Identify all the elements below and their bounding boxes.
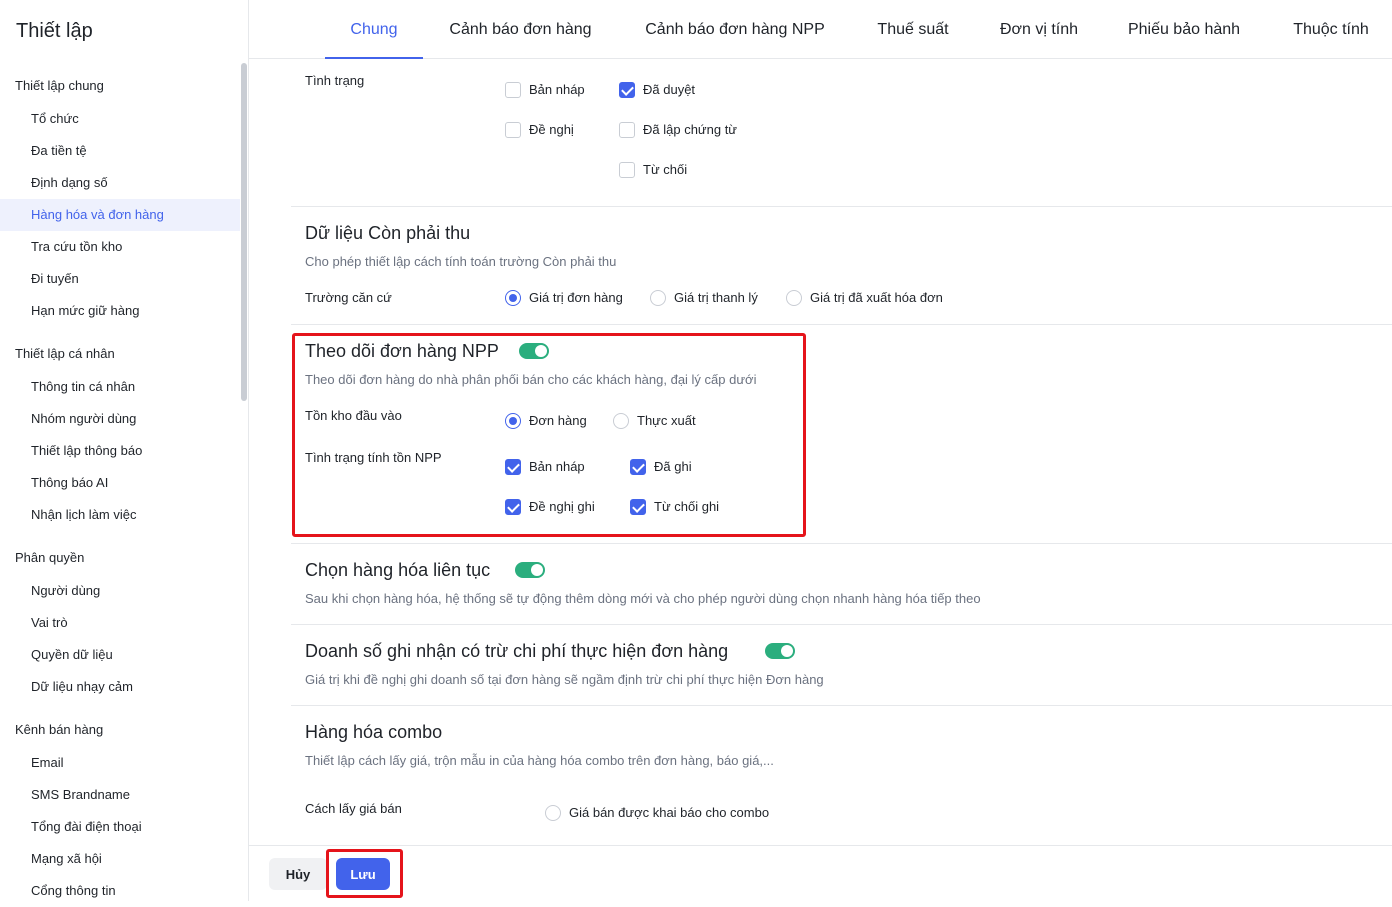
sidebar-item-hold-limit[interactable]: Hạn mức giữ hàng	[0, 295, 240, 327]
sidebar-item-multi-currency[interactable]: Đa tiền tệ	[0, 135, 240, 167]
sidebar-item-sensitive-data[interactable]: Dữ liệu nhạy cảm	[0, 671, 240, 703]
combo-description: Thiết lập cách lấy giá, trộn mẫu in của …	[305, 753, 774, 768]
status-proposed-checkbox[interactable]: Đề nghị	[505, 121, 574, 139]
tab-units[interactable]: Đơn vị tính	[989, 0, 1089, 59]
sidebar-item-personal-info[interactable]: Thông tin cá nhân	[0, 371, 240, 403]
section-divider	[291, 543, 1392, 544]
sidebar-item-call-center[interactable]: Tổng đài điện thoại	[0, 811, 240, 843]
highlight-frame	[326, 849, 403, 898]
sidebar-item-data-permissions[interactable]: Quyền dữ liệu	[0, 639, 240, 671]
sidebar-group-personal[interactable]: Thiết lập cá nhân	[15, 346, 115, 361]
status-draft-checkbox[interactable]: Bản nháp	[505, 81, 585, 99]
sidebar-item-notification-settings[interactable]: Thiết lập thông báo	[0, 435, 240, 467]
action-footer	[249, 845, 1392, 901]
sidebar-scrollbar[interactable]	[241, 63, 247, 401]
settings-sidebar: Thiết lập Thiết lập chung Tổ chức Đa tiề…	[0, 0, 249, 901]
sidebar-item-roles[interactable]: Vai trò	[0, 607, 240, 639]
receivable-description: Cho phép thiết lập cách tính toán trường…	[305, 254, 617, 269]
radio-unselected-icon	[650, 290, 666, 306]
receivable-liquidation-value-radio[interactable]: Giá trị thanh lý	[650, 289, 758, 307]
highlight-frame	[292, 333, 806, 537]
combo-title: Hàng hóa combo	[305, 722, 443, 742]
sidebar-item-routing[interactable]: Đi tuyến	[0, 263, 240, 295]
sidebar-item-sms-brandname[interactable]: SMS Brandname	[0, 779, 240, 811]
sidebar-title: Thiết lập	[16, 20, 93, 42]
sidebar-item-user-groups[interactable]: Nhóm người dùng	[0, 403, 240, 435]
status-label: Tình trạng	[305, 73, 365, 88]
tab-order-alerts[interactable]: Cảnh báo đơn hàng	[439, 0, 602, 59]
continuous-pick-title: Chọn hàng hóa liên tục	[305, 560, 491, 580]
sidebar-item-stock-lookup[interactable]: Tra cứu tồn kho	[0, 231, 240, 263]
checkbox-checked-icon	[619, 82, 635, 98]
receivable-order-value-radio[interactable]: Giá trị đơn hàng	[505, 289, 623, 307]
radio-selected-icon	[505, 290, 521, 306]
section-divider	[291, 324, 1392, 325]
tab-attributes[interactable]: Thuộc tính	[1283, 0, 1379, 59]
tab-npp-order-alerts[interactable]: Cảnh báo đơn hàng NPP	[634, 0, 836, 59]
tab-tax-rates[interactable]: Thuế suất	[867, 0, 959, 59]
radio-unselected-icon	[545, 805, 561, 821]
settings-tabs: Chung Cảnh báo đơn hàng Cảnh báo đơn hàn…	[249, 0, 1392, 59]
sidebar-item-portal[interactable]: Cổng thông tin	[0, 875, 240, 907]
revenue-cost-toggle[interactable]	[765, 643, 795, 659]
revenue-cost-description: Giá trị khi đề nghị ghi doanh số tại đơn…	[305, 672, 824, 687]
sidebar-item-users[interactable]: Người dùng	[0, 575, 240, 607]
sidebar-item-work-schedule[interactable]: Nhận lịch làm việc	[0, 499, 240, 531]
section-divider	[291, 624, 1392, 625]
tab-warranty[interactable]: Phiếu bảo hành	[1119, 0, 1249, 59]
sidebar-item-ai-notifications[interactable]: Thông báo AI	[0, 467, 240, 499]
checkbox-unchecked-icon	[505, 82, 521, 98]
tab-general[interactable]: Chung	[325, 0, 423, 59]
cancel-button[interactable]: Hủy	[269, 858, 327, 890]
continuous-pick-description: Sau khi chọn hàng hóa, hệ thống sẽ tự độ…	[305, 591, 981, 606]
sidebar-item-social-media[interactable]: Mạng xã hội	[0, 843, 240, 875]
sidebar-item-email[interactable]: Email	[0, 747, 240, 779]
checkbox-unchecked-icon	[619, 162, 635, 178]
sidebar-group-permissions[interactable]: Phân quyền	[15, 550, 84, 565]
receivable-invoiced-value-radio[interactable]: Giá trị đã xuất hóa đơn	[786, 289, 943, 307]
revenue-cost-title: Doanh số ghi nhận có trừ chi phí thực hi…	[305, 641, 729, 661]
status-voucher-created-checkbox[interactable]: Đã lập chứng từ	[619, 121, 737, 139]
combo-price-label: Cách lấy giá bán	[305, 801, 402, 816]
continuous-pick-toggle[interactable]	[515, 562, 545, 578]
checkbox-unchecked-icon	[619, 122, 635, 138]
radio-unselected-icon	[786, 290, 802, 306]
sidebar-group-general[interactable]: Thiết lập chung	[15, 78, 104, 93]
receivable-title: Dữ liệu Còn phải thu	[305, 223, 471, 243]
section-divider	[291, 705, 1392, 706]
sidebar-group-sales-channels[interactable]: Kênh bán hàng	[15, 722, 103, 737]
status-approved-checkbox[interactable]: Đã duyệt	[619, 81, 695, 99]
combo-declared-price-radio[interactable]: Giá bán được khai báo cho combo	[545, 804, 769, 822]
sidebar-item-number-format[interactable]: Định dạng số	[0, 167, 240, 199]
receivable-field-label: Trường căn cứ	[305, 290, 392, 305]
sidebar-item-organization[interactable]: Tổ chức	[0, 103, 240, 135]
status-rejected-checkbox[interactable]: Từ chối	[619, 161, 687, 179]
checkbox-unchecked-icon	[505, 122, 521, 138]
sidebar-item-goods-orders[interactable]: Hàng hóa và đơn hàng	[0, 199, 240, 231]
section-divider	[291, 206, 1392, 207]
